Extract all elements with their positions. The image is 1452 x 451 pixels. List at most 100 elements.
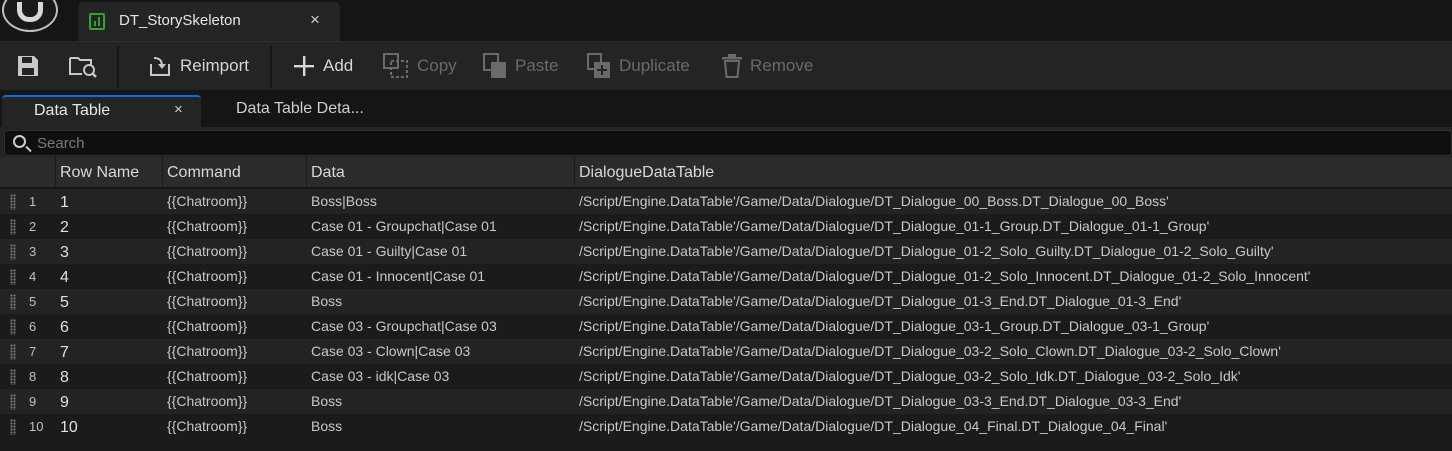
paste-icon [483,53,506,78]
data-cell[interactable]: Case 03 - Clown|Case 03 [311,339,470,364]
document-tab-close-button[interactable]: × [310,10,320,30]
row-name-cell[interactable]: 4 [60,265,69,290]
column-header-command[interactable]: Command [162,157,306,189]
paste-label: Paste [515,56,559,75]
row-index: 2 [29,219,37,234]
command-cell[interactable]: {{Chatroom}} [167,189,247,214]
row-name-cell[interactable]: 8 [60,365,69,390]
row-drag-handle-icon[interactable] [10,369,16,385]
command-cell[interactable]: {{Chatroom}} [167,314,247,339]
table-row[interactable]: 10 10 {{Chatroom}} Boss/Script/Engine.DataT… [0,414,1452,439]
row-index: 9 [29,394,37,409]
table-row[interactable]: 3 3 {{Chatroom}} Case 01 - Guilty|Case 01/S… [0,239,1452,264]
remove-label: Remove [750,56,814,75]
table-row[interactable]: 1 1 {{Chatroom}} Boss|Boss/Script/Engine.Da… [0,189,1452,214]
row-drag-handle-icon[interactable] [10,319,16,335]
dialogue-data-table-cell[interactable]: /Script/Engine.DataTable'/Game/Data/Dial… [579,214,1209,239]
dialogue-data-table-cell[interactable]: /Script/Engine.DataTable'/Game/Data/Dial… [579,289,1181,314]
row-drag-handle-icon[interactable] [10,294,16,310]
command-cell[interactable]: {{Chatroom}} [167,264,247,289]
row-name-cell[interactable]: 9 [60,390,69,415]
dialogue-data-table-cell[interactable]: /Script/Engine.DataTable'/Game/Data/Dial… [579,239,1274,264]
row-name-cell[interactable]: 1 [60,190,69,215]
data-table-icon [89,13,105,30]
tab-data-table[interactable]: Data Table × [2,95,201,127]
dialogue-data-table-cell[interactable]: /Script/Engine.DataTable'/Game/Data/Dial… [579,314,1209,339]
command-cell[interactable]: {{Chatroom}} [167,289,247,314]
command-cell[interactable]: {{Chatroom}} [167,214,247,239]
row-name-cell[interactable]: 3 [60,240,69,265]
data-cell[interactable]: Case 03 - idk|Case 03 [311,364,449,389]
data-cell[interactable]: Case 01 - Groupchat|Case 01 [311,214,497,239]
copy-button[interactable]: Copy [383,42,457,90]
command-cell[interactable]: {{Chatroom}} [167,389,247,414]
browse-to-asset-button[interactable] [69,42,99,90]
table-row[interactable]: 8 8 {{Chatroom}} Case 03 - idk|Case 03/Scri… [0,364,1452,389]
column-header-row-name[interactable]: Row Name [55,157,162,189]
search-box[interactable] [4,130,1452,156]
search-input[interactable] [37,133,1437,153]
dialogue-data-table-cell[interactable]: /Script/Engine.DataTable'/Game/Data/Dial… [579,339,1281,364]
row-index: 5 [29,294,37,309]
data-cell[interactable]: Boss [311,414,342,439]
data-table-grid: Row Name Command Data DialogueDataTable … [0,157,1452,451]
toolbar-separator [117,46,119,88]
duplicate-label: Duplicate [619,56,690,75]
save-icon [18,56,38,76]
dialogue-data-table-cell[interactable]: /Script/Engine.DataTable'/Game/Data/Dial… [579,189,1169,214]
data-cell[interactable]: Boss|Boss [311,189,377,214]
row-name-cell[interactable]: 10 [60,415,78,440]
row-drag-handle-icon[interactable] [10,219,16,235]
row-index: 1 [29,194,37,209]
tab-data-table-close-button[interactable]: × [174,101,183,118]
column-header-dialogue-data-table[interactable]: DialogueDataTable [574,157,1452,189]
plus-icon [294,56,314,76]
duplicate-icon [587,53,610,78]
save-button[interactable] [16,42,40,90]
unreal-engine-logo-icon[interactable] [2,0,58,32]
data-cell[interactable]: Case 01 - Guilty|Case 01 [311,239,467,264]
document-tab[interactable]: DT_StorySkeleton × [78,2,340,41]
table-row[interactable]: 4 4 {{Chatroom}} Case 01 - Innocent|Case 01… [0,264,1452,289]
reimport-button[interactable]: Reimport [148,42,249,90]
row-drag-handle-icon[interactable] [10,194,16,210]
remove-button[interactable]: Remove [722,42,813,90]
table-row[interactable]: 5 5 {{Chatroom}} Boss/Script/Engine.DataTab… [0,289,1452,314]
command-cell[interactable]: {{Chatroom}} [167,364,247,389]
row-name-cell[interactable]: 7 [60,340,69,365]
dialogue-data-table-cell[interactable]: /Script/Engine.DataTable'/Game/Data/Dial… [579,414,1167,439]
command-cell[interactable]: {{Chatroom}} [167,339,247,364]
copy-label: Copy [417,56,457,75]
command-cell[interactable]: {{Chatroom}} [167,239,247,264]
data-cell[interactable]: Case 03 - Groupchat|Case 03 [311,314,497,339]
document-tab-title: DT_StorySkeleton [119,12,241,29]
row-index: 10 [29,419,44,434]
data-cell[interactable]: Case 01 - Innocent|Case 01 [311,264,485,289]
add-row-button[interactable]: Add [293,42,353,90]
row-name-cell[interactable]: 6 [60,315,69,340]
row-name-cell[interactable]: 2 [60,215,69,240]
row-drag-handle-icon[interactable] [10,269,16,285]
column-header-data[interactable]: Data [306,157,574,189]
data-cell[interactable]: Boss [311,289,342,314]
data-cell[interactable]: Boss [311,389,342,414]
row-name-cell[interactable]: 5 [60,290,69,315]
panel-tab-bar: Data Table × Data Table Deta... [0,90,1452,127]
command-cell[interactable]: {{Chatroom}} [167,414,247,439]
table-row[interactable]: 6 6 {{Chatroom}} Case 03 - Groupchat|Case 0… [0,314,1452,339]
table-row[interactable]: 7 7 {{Chatroom}} Case 03 - Clown|Case 03/Sc… [0,339,1452,364]
paste-button[interactable]: Paste [483,42,558,90]
dialogue-data-table-cell[interactable]: /Script/Engine.DataTable'/Game/Data/Dial… [579,364,1240,389]
row-drag-handle-icon[interactable] [10,344,16,360]
duplicate-button[interactable]: Duplicate [587,42,690,90]
tab-data-table-details-label: Data Table Deta... [236,100,364,117]
row-drag-handle-icon[interactable] [10,244,16,260]
toolbar-separator [270,46,272,88]
table-row[interactable]: 9 9 {{Chatroom}} Boss/Script/Engine.DataTab… [0,389,1452,414]
row-drag-handle-icon[interactable] [10,394,16,410]
table-row[interactable]: 2 2 {{Chatroom}} Case 01 - Groupchat|Case 0… [0,214,1452,239]
dialogue-data-table-cell[interactable]: /Script/Engine.DataTable'/Game/Data/Dial… [579,264,1310,289]
row-index: 6 [29,319,37,334]
dialogue-data-table-cell[interactable]: /Script/Engine.DataTable'/Game/Data/Dial… [579,389,1181,414]
row-drag-handle-icon[interactable] [10,419,16,435]
